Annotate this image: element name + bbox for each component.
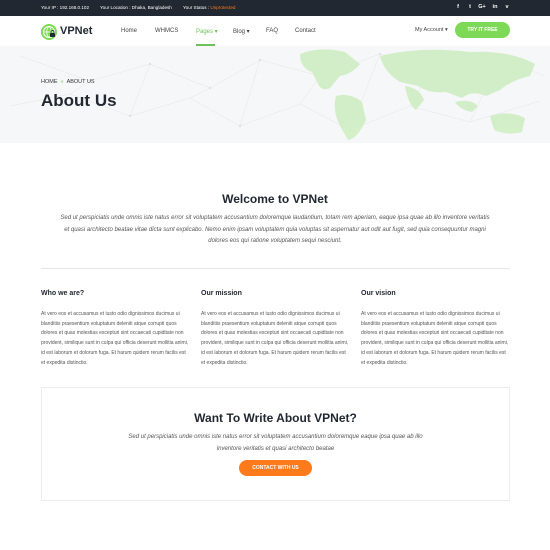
nav-home[interactable]: Home <box>121 28 137 34</box>
nav-contact[interactable]: Contact <box>295 28 316 34</box>
column-text: At vero eos et accusamus et iusto odio d… <box>41 311 189 366</box>
column-title: Our mission <box>201 290 242 297</box>
brand-logo-text[interactable]: VPNet <box>60 25 92 37</box>
main-navbar: VPNet Home WHMCS Pages ▾ Blog ▾ FAQ Cont… <box>0 16 550 46</box>
column-text: At vero eos et accusamus et iusto odio d… <box>361 311 509 366</box>
write-about-cta-box: Want To Write About VPNet? Sed ut perspi… <box>41 387 510 501</box>
cta-heading: Want To Write About VPNet? <box>194 411 357 425</box>
status-info: Your Status : Unprotected <box>183 5 235 10</box>
google-plus-icon[interactable]: G+ <box>478 4 486 10</box>
ip-info: Your IP : 192.168.0.102 <box>41 5 90 10</box>
twitter-icon[interactable]: t <box>466 4 474 10</box>
column-title: Who we are? <box>41 290 85 297</box>
my-account-dropdown[interactable]: My Account ▾ <box>415 27 448 33</box>
column-title: Our vision <box>361 290 396 297</box>
status-value: Unprotected <box>210 5 236 10</box>
cta-paragraph: Sed ut perspiciatis unde omnis iste natu… <box>128 434 423 452</box>
column-text: At vero eos et accusamus et iusto odio d… <box>201 311 349 366</box>
welcome-heading: Welcome to VPNet <box>222 192 328 206</box>
contact-with-us-button[interactable]: CONTACT WITH US <box>239 460 312 476</box>
who-we-are-column: Who we are? At vero eos et accusamus et … <box>41 290 191 368</box>
linkedin-icon[interactable]: in <box>491 4 499 10</box>
page-hero: HOME» ABOUT US About Us <box>0 46 550 143</box>
nav-faq[interactable]: FAQ <box>266 28 278 34</box>
nav-whmcs[interactable]: WHMCS <box>155 28 178 34</box>
page-title: About Us <box>41 91 117 110</box>
breadcrumb-current: ABOUT US <box>66 79 95 85</box>
breadcrumb: HOME» ABOUT US <box>41 79 95 85</box>
top-info-bar: Your IP : 192.168.0.102 Your Location : … <box>0 0 550 16</box>
nav-pages[interactable]: Pages ▾ <box>196 28 218 35</box>
try-it-free-button[interactable]: TRY IT FREE <box>455 22 510 38</box>
our-vision-column: Our vision At vero eos et accusamus et i… <box>361 290 511 368</box>
nav-blog[interactable]: Blog ▾ <box>233 28 250 35</box>
location-info: Your Location : Dhaka, Bangladesh <box>100 5 172 10</box>
vimeo-icon[interactable]: v <box>503 4 511 10</box>
facebook-icon[interactable]: f <box>454 4 462 10</box>
status-prefix: Your Status : <box>183 5 211 10</box>
breadcrumb-separator: » <box>60 79 64 85</box>
section-divider <box>41 268 510 269</box>
globe-lock-icon[interactable] <box>41 24 57 40</box>
welcome-paragraph: Sed ut perspiciatis unde omnis iste natu… <box>60 215 490 244</box>
breadcrumb-home-link[interactable]: HOME <box>41 79 58 85</box>
our-mission-column: Our mission At vero eos et accusamus et … <box>201 290 351 368</box>
